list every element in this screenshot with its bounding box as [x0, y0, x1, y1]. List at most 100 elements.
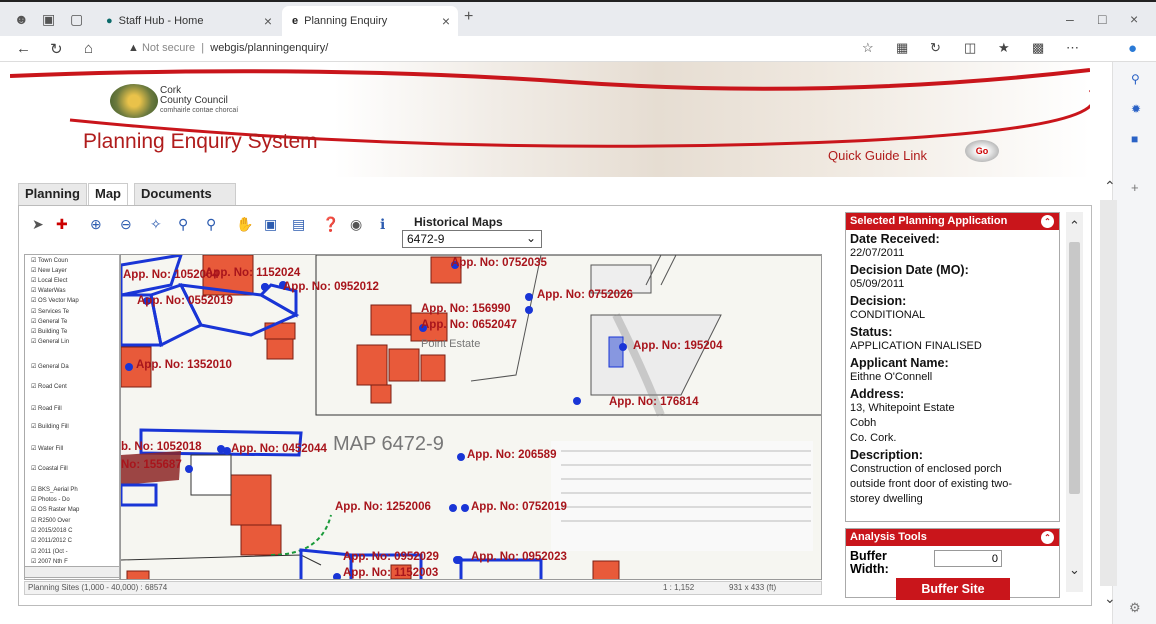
application-label[interactable]: App. No: 156990	[421, 303, 510, 315]
layer-item[interactable]: ☑ Road Cent	[31, 383, 67, 390]
application-marker[interactable]	[619, 343, 627, 351]
application-label[interactable]: App. No: 0752019	[471, 501, 567, 513]
application-label[interactable]: App. No: 206589	[467, 449, 556, 461]
zoom-next-icon[interactable]: ⚲	[206, 216, 216, 233]
add-sidebar-icon[interactable]: +	[1131, 180, 1139, 195]
application-marker[interactable]	[261, 283, 269, 291]
application-label[interactable]: App. No: 0752026	[537, 289, 633, 301]
application-marker[interactable]	[573, 397, 581, 405]
application-label[interactable]: App. No: 0652047	[421, 319, 517, 331]
go-button[interactable]: Go	[965, 140, 999, 162]
profile-icon[interactable]: ☻	[14, 11, 29, 27]
info-icon[interactable]: ℹ	[380, 216, 385, 233]
layer-item[interactable]: ☑ BKS_Aerial Ph	[31, 486, 78, 493]
restore-icon[interactable]: □	[1098, 11, 1106, 27]
application-label[interactable]: App. No: 176814	[609, 396, 698, 408]
layer-item[interactable]: ☑ Water Fill	[31, 445, 63, 452]
zoom-previous-icon[interactable]: ⚲	[178, 216, 188, 233]
layer-item[interactable]: ☑ Town Coun	[31, 257, 68, 264]
layer-checkbox[interactable]: ☑	[31, 518, 38, 524]
layer-checkbox[interactable]: ☑	[31, 364, 38, 370]
close-tab-icon[interactable]: ×	[442, 13, 450, 29]
application-label[interactable]: App. No: 1252006	[335, 501, 431, 513]
application-marker[interactable]	[217, 445, 225, 453]
outlook-icon[interactable]: ■	[1131, 132, 1138, 146]
security-status[interactable]: Not secure	[142, 42, 195, 54]
settings-gear-icon[interactable]: ⚙	[1129, 600, 1141, 616]
tools-icon[interactable]: ✹	[1131, 102, 1141, 116]
tab-staff-hub[interactable]: ● Staff Hub - Home ×	[96, 6, 280, 36]
minimize-icon[interactable]: –	[1066, 11, 1074, 27]
layer-checkbox[interactable]: ☑	[31, 319, 38, 325]
layer-item[interactable]: ☑ 2011/2012 C	[31, 537, 72, 544]
quick-guide-link[interactable]: Quick Guide Link	[828, 148, 927, 163]
layer-checkbox[interactable]: ☑	[31, 559, 38, 565]
page-scrollbar[interactable]	[1100, 200, 1117, 586]
application-marker[interactable]	[525, 306, 533, 314]
application-label[interactable]: App. No: 0552019	[137, 295, 233, 307]
layer-checkbox[interactable]: ☑	[31, 406, 38, 412]
page-scroll-up-icon[interactable]: ⌃	[1104, 178, 1116, 195]
application-label[interactable]: b. No: 1052018	[121, 441, 202, 453]
historical-maps-select[interactable]: 6472-9 ⌄	[402, 230, 542, 248]
layer-item[interactable]: ☑ 2011 (Oct -	[31, 548, 68, 555]
home-icon[interactable]: ⌂	[84, 40, 93, 57]
application-marker[interactable]	[525, 293, 533, 301]
sync-icon[interactable]: ↻	[930, 40, 941, 56]
layer-item[interactable]: ☑ OS Raster Map	[31, 506, 79, 513]
layer-checkbox[interactable]: ☑	[31, 446, 38, 452]
tab-planning-enquiry[interactable]: e Planning Enquiry ×	[282, 6, 458, 36]
layer-checkbox[interactable]: ☑	[31, 309, 38, 315]
collapse-icon[interactable]: ⌃	[1041, 215, 1054, 228]
help-icon[interactable]: ❓	[322, 216, 339, 233]
close-window-icon[interactable]: ×	[1130, 11, 1138, 27]
application-marker[interactable]	[125, 363, 133, 371]
layer-tree-hscrollbar[interactable]	[24, 566, 120, 578]
layer-checkbox[interactable]: ☑	[31, 278, 38, 284]
application-label[interactable]: App. No: 0952029	[343, 551, 439, 563]
application-label[interactable]: App. No: 0752035	[451, 257, 547, 269]
buffer-site-button[interactable]: Buffer Site	[896, 578, 1010, 600]
tab-map[interactable]: Map	[88, 183, 128, 205]
buffer-width-input[interactable]	[934, 550, 1002, 567]
refresh-icon[interactable]: ↻	[50, 40, 63, 58]
layer-item[interactable]: ☑ 2007 Nth F	[31, 558, 68, 565]
split-screen-icon[interactable]: ◫	[964, 40, 976, 56]
layer-item[interactable]: ☑ R2500 Over	[31, 517, 70, 524]
back-icon[interactable]: ←	[16, 40, 31, 57]
more-icon[interactable]: ⋯	[1066, 40, 1079, 56]
map-view[interactable]: MAP 6472-9 Point Estate App. No: 1052004…	[120, 254, 822, 580]
layer-item[interactable]: ☑ Coastal Fill	[31, 465, 68, 472]
collections-icon[interactable]: ▩	[1032, 40, 1044, 56]
application-marker[interactable]	[449, 504, 457, 512]
application-label[interactable]: App. No: 195204	[633, 340, 722, 352]
application-label[interactable]: No: 155687	[121, 459, 182, 471]
layer-checkbox[interactable]: ☑	[31, 549, 38, 555]
identify-icon[interactable]: ✚	[56, 216, 68, 233]
layer-item[interactable]: ☑ Building Te	[31, 328, 67, 335]
layer-item[interactable]: ☑ Building Fill	[31, 423, 69, 430]
zoom-in-icon[interactable]: ⊕	[90, 216, 102, 233]
layer-checkbox[interactable]: ☑	[31, 298, 38, 304]
page-scroll-down-icon[interactable]: ⌄	[1104, 590, 1116, 607]
layer-checkbox[interactable]: ☑	[31, 268, 38, 274]
application-marker[interactable]	[461, 504, 469, 512]
layer-checkbox[interactable]: ☑	[31, 258, 38, 264]
application-marker[interactable]	[455, 556, 463, 564]
layer-checkbox[interactable]: ☑	[31, 384, 38, 390]
copilot-icon[interactable]: ●	[1128, 40, 1137, 57]
zoom-out-icon[interactable]: ⊖	[120, 216, 132, 233]
application-label[interactable]: App. No: 1152024	[205, 267, 300, 279]
url-text[interactable]: webgis/planningenquiry/	[210, 42, 328, 54]
layer-item[interactable]: ☑ New Layer	[31, 267, 67, 274]
pan-hand-icon[interactable]: ✋	[236, 216, 253, 233]
layer-item[interactable]: ☑ WaterWas	[31, 287, 66, 294]
favorite-icon[interactable]: ☆	[862, 40, 874, 56]
layer-item[interactable]: ☑ General Lin	[31, 338, 69, 345]
layer-item[interactable]: ☑ General Da	[31, 363, 69, 370]
search-icon[interactable]: ⚲	[1131, 72, 1140, 86]
layer-checkbox[interactable]: ☑	[31, 466, 38, 472]
new-tab-button[interactable]: +	[464, 8, 473, 26]
application-label[interactable]: App. No: 0952023	[471, 551, 567, 563]
layer-checkbox[interactable]: ☑	[31, 424, 38, 430]
